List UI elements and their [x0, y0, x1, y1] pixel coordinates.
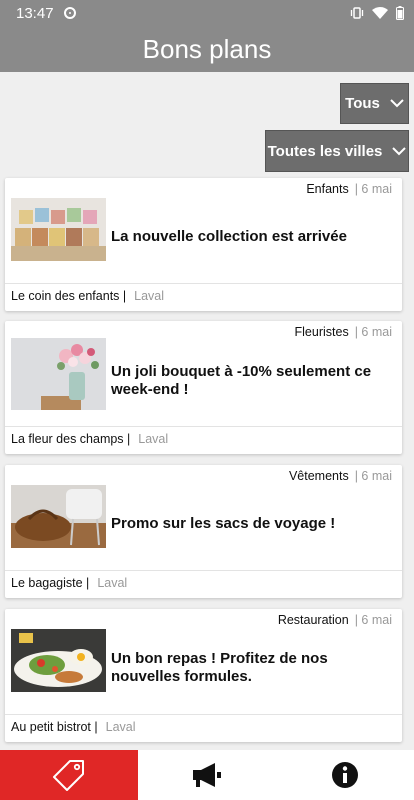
status-bar: 13:47 [0, 0, 414, 26]
card-category: Restauration [277, 613, 349, 627]
card-image-flower-bouquet [11, 338, 106, 410]
sync-icon [63, 7, 76, 19]
card-title: Promo sur les sacs de voyage ! [111, 515, 336, 532]
chevron-down-icon [390, 99, 404, 108]
card-city: Laval [138, 432, 169, 446]
card-shop: Au petit bistrot | [11, 720, 98, 734]
page-title: Bons plans [142, 34, 272, 64]
megaphone-icon [193, 763, 221, 787]
wifi-icon [372, 7, 388, 19]
status-icons [350, 6, 404, 20]
card-divider [5, 570, 402, 571]
vibrate-icon [350, 7, 364, 19]
card-meta: Fleuristes | 6 mai [295, 325, 392, 339]
card-meta: Vêtements | 6 mai [289, 469, 392, 483]
city-filter-dropdown[interactable]: Toutes les villes [265, 130, 409, 172]
deal-card[interactable]: Restauration | 6 mai Un bon repas ! Profi… [5, 609, 402, 742]
card-city: Laval [134, 289, 165, 303]
card-image-toy-blocks [11, 198, 106, 261]
card-shop: La fleur des champs | [11, 432, 131, 446]
card-title: La nouvelle collection est arrivée [111, 228, 347, 245]
chevron-down-icon [392, 146, 407, 155]
battery-icon [396, 6, 404, 20]
card-category: Enfants [306, 182, 349, 196]
card-footer: Le bagagiste | Laval [11, 576, 127, 590]
card-image-travel-bag [11, 485, 106, 548]
app-bar: Bons plans [0, 26, 414, 72]
card-divider [5, 714, 402, 715]
card-shop: Le coin des enfants | [11, 289, 127, 303]
category-filter-label: Tous [345, 95, 380, 112]
card-meta: Restauration | 6 mai [278, 613, 392, 627]
card-footer: Au petit bistrot | Laval [11, 720, 136, 734]
card-divider [5, 283, 402, 284]
nav-info[interactable] [276, 750, 414, 800]
deal-card[interactable]: Fleuristes | 6 mai Un joli bouquet à -10%… [5, 321, 402, 454]
card-footer: La fleur des champs | Laval [11, 432, 168, 446]
card-footer: Le coin des enfants | Laval [11, 289, 164, 303]
deal-card[interactable]: Enfants | 6 mai La nouvelle collection es… [5, 178, 402, 311]
status-time: 13:47 [16, 4, 54, 22]
card-shop: Le bagagiste | [11, 576, 90, 590]
nav-announcements[interactable] [138, 750, 276, 800]
card-date: | 6 mai [354, 325, 392, 339]
card-meta: Enfants | 6 mai [306, 182, 392, 196]
card-city: Laval [97, 576, 128, 590]
card-title: Un bon repas ! Profitez de nos nouvelles… [111, 650, 328, 685]
info-icon [332, 762, 358, 788]
category-filter-dropdown[interactable]: Tous [340, 83, 409, 124]
deal-card[interactable]: Vêtements | 6 mai Promo sur les sacs de v… [5, 465, 402, 598]
nav-deals[interactable] [0, 750, 138, 800]
card-category: Fleuristes [294, 325, 349, 339]
card-city: Laval [105, 720, 136, 734]
card-date: | 6 mai [354, 613, 392, 627]
card-divider [5, 426, 402, 427]
card-date: | 6 mai [354, 182, 392, 196]
city-filter-label: Toutes les villes [267, 142, 383, 160]
card-image-meal-plate [11, 629, 106, 692]
card-title: Un joli bouquet à -10% seulement ce week… [111, 363, 372, 398]
card-date: | 6 mai [354, 469, 392, 483]
tag-icon [53, 760, 84, 791]
card-category: Vêtements [288, 469, 349, 483]
bottom-navigation [0, 750, 414, 800]
